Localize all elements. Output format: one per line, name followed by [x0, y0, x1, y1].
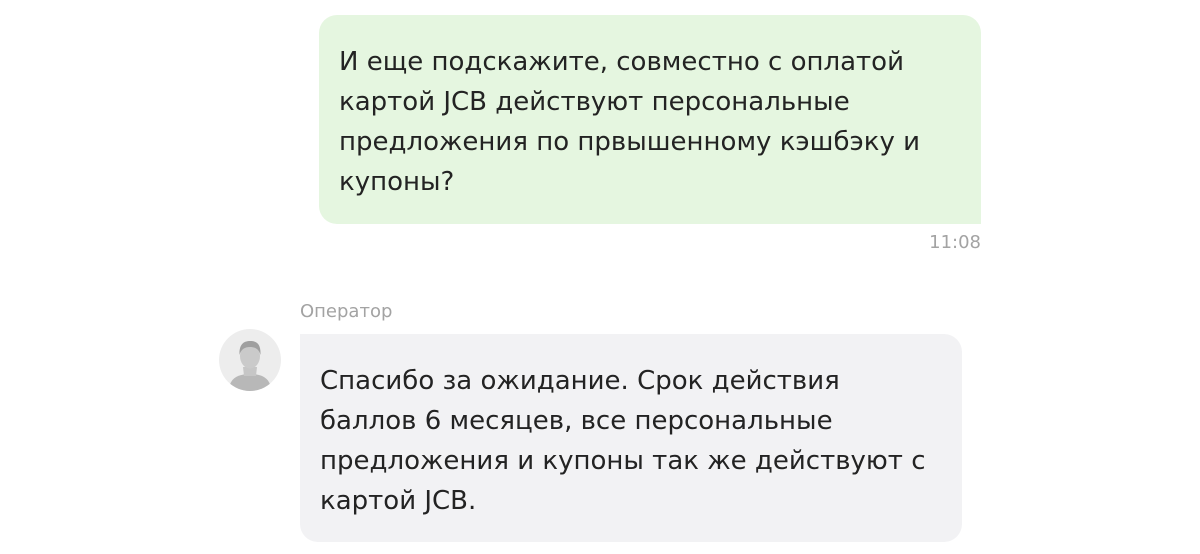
message-text-line: картой JCB действуют персональные: [339, 87, 850, 117]
message-text-line: баллов 6 месяцев, все персональные: [320, 406, 833, 436]
avatar[interactable]: [219, 329, 281, 391]
chat-window: И еще подскажите, совместно с оплатой ка…: [0, 0, 1200, 554]
message-text-line: картой JCB.: [320, 486, 477, 516]
message-text-line: предложения и купоны так же действуют с: [320, 446, 926, 476]
message-text-line: И еще подскажите, совместно с оплатой: [339, 47, 904, 77]
sender-name: Оператор: [300, 301, 393, 322]
message-text-line: предложения по првышенному кэшбэку и: [339, 127, 921, 157]
message-timestamp: 11:08: [929, 232, 981, 253]
message-text-line: Спасибо за ожидание. Срок действия: [320, 366, 840, 396]
message-text-line: купоны?: [339, 167, 455, 197]
user-avatar-icon: [229, 341, 271, 391]
outgoing-message-bubble[interactable]: И еще подскажите, совместно с оплатой ка…: [319, 15, 981, 224]
incoming-message-bubble[interactable]: Спасибо за ожидание. Срок действия балло…: [300, 334, 962, 542]
